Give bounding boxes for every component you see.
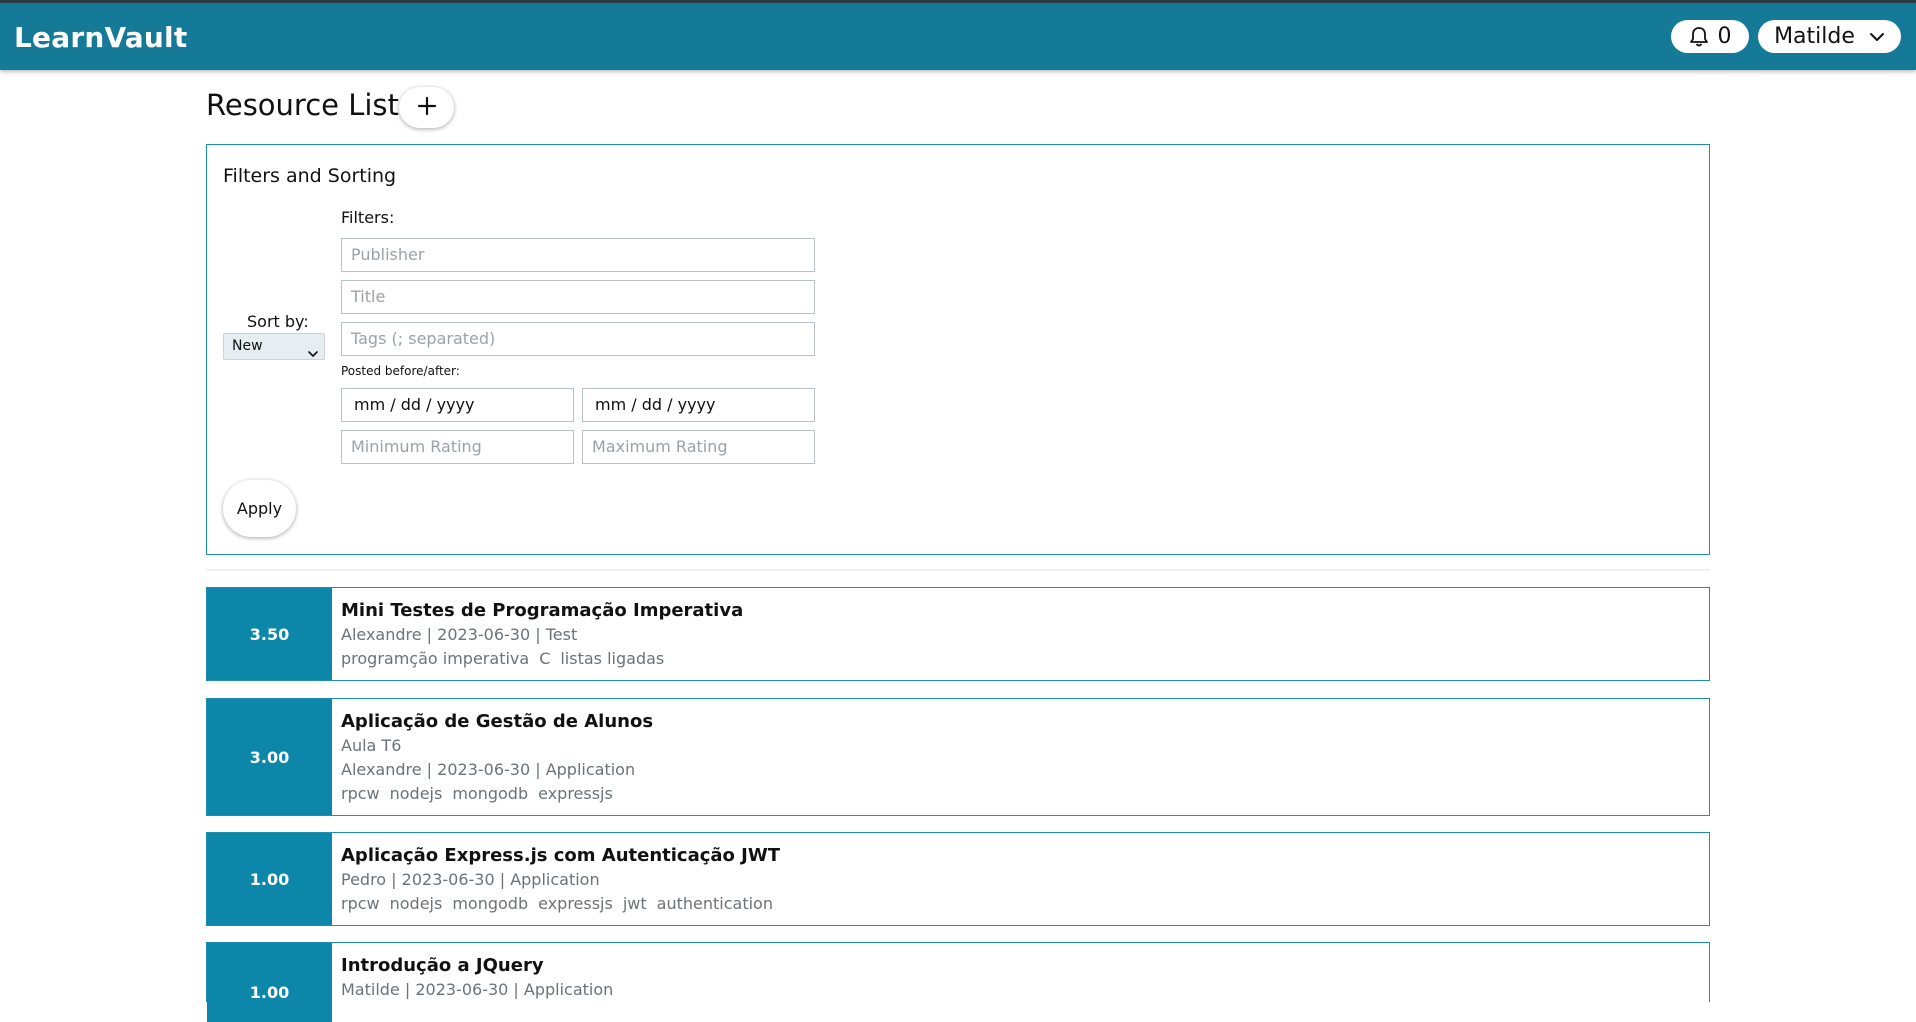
divider bbox=[206, 569, 1710, 571]
resource-item[interactable]: 3.50 Mini Testes de Programação Imperati… bbox=[206, 587, 1710, 681]
page-title: Resource List bbox=[206, 88, 399, 122]
resource-title[interactable]: Aplicação de Gestão de Alunos bbox=[341, 710, 1699, 734]
resource-title[interactable]: Mini Testes de Programação Imperativa bbox=[341, 599, 1699, 623]
filters-card: Filters and Sorting Sort by: New Filters… bbox=[206, 144, 1710, 555]
chevron-down-icon bbox=[1869, 32, 1885, 42]
filters-label: Filters: bbox=[341, 208, 395, 227]
resource-item[interactable]: 1.00 Aplicação Express.js com Autenticaç… bbox=[206, 832, 1710, 926]
rating-badge: 1.00 bbox=[207, 833, 332, 925]
title-input[interactable]: Title bbox=[341, 280, 815, 314]
sort-by-select[interactable]: New bbox=[223, 333, 325, 360]
resource-title[interactable]: Aplicação Express.js com Autenticação JW… bbox=[341, 844, 1699, 868]
tag[interactable]: expressjs bbox=[538, 784, 613, 803]
resource-item[interactable]: 1.00 Introdução a JQuery Matilde | 2023-… bbox=[206, 942, 1710, 1022]
sort-by-label: Sort by: bbox=[247, 312, 309, 331]
plus-icon bbox=[417, 96, 437, 120]
tag[interactable]: rpcw bbox=[341, 894, 380, 913]
chevron-down-icon bbox=[308, 342, 318, 367]
rating-badge: 3.50 bbox=[207, 588, 332, 680]
resource-tags: rpcw nodejs mongodb expressjs bbox=[341, 782, 1699, 806]
bell-icon bbox=[1689, 26, 1709, 48]
notifications-button[interactable]: 0 bbox=[1671, 20, 1749, 53]
rating-badge: 1.00 bbox=[207, 943, 332, 1022]
tag[interactable]: jwt bbox=[623, 894, 647, 913]
resource-tags: rpcw nodejs mongodb expressjs jwt authenticat… bbox=[341, 892, 1699, 916]
minimum-rating-input[interactable]: Minimum Rating bbox=[341, 430, 574, 464]
add-resource-button[interactable] bbox=[399, 87, 454, 128]
tag[interactable]: listas ligadas bbox=[560, 649, 664, 668]
user-menu-button[interactable]: Matilde bbox=[1758, 20, 1901, 53]
rating-badge: 3.00 bbox=[207, 699, 332, 815]
posted-before-date-input[interactable]: mm / dd / yyyy bbox=[341, 388, 574, 422]
tag[interactable]: programção imperativa bbox=[341, 649, 529, 668]
tag[interactable]: mongodb bbox=[452, 894, 528, 913]
brand-logo[interactable]: LearnVault bbox=[14, 21, 187, 54]
resource-meta: Pedro | 2023-06-30 | Application bbox=[341, 870, 600, 889]
rating-value: 1.00 bbox=[249, 983, 290, 1002]
tag[interactable]: nodejs bbox=[390, 894, 443, 913]
resource-tags: programção imperativa Clistas ligadas bbox=[341, 647, 1699, 671]
resource-subtitle: Aula T6 bbox=[341, 736, 402, 755]
notifications-count: 0 bbox=[1717, 24, 1732, 49]
maximum-rating-input[interactable]: Maximum Rating bbox=[582, 430, 815, 464]
filters-card-title: Filters and Sorting bbox=[223, 165, 397, 187]
tag[interactable]: expressjs bbox=[538, 894, 613, 913]
resource-meta: Alexandre | 2023-06-30 | Application bbox=[341, 760, 636, 779]
tags-input[interactable]: Tags (; separated) bbox=[341, 322, 815, 356]
tag[interactable]: mongodb bbox=[452, 784, 528, 803]
resource-item[interactable]: 3.00 Aplicação de Gestão de Alunos Aula … bbox=[206, 698, 1710, 816]
posted-before-after-label: Posted before/after: bbox=[341, 364, 460, 378]
tag[interactable]: rpcw bbox=[341, 784, 380, 803]
tag[interactable]: authentication bbox=[657, 894, 773, 913]
sort-by-value: New bbox=[232, 338, 263, 354]
resource-meta: Matilde | 2023-06-30 | Application bbox=[341, 980, 614, 999]
apply-filters-button[interactable]: Apply bbox=[223, 480, 296, 537]
user-name: Matilde bbox=[1774, 24, 1855, 49]
resource-meta: Alexandre | 2023-06-30 | Test bbox=[341, 625, 578, 644]
tag[interactable]: nodejs bbox=[390, 784, 443, 803]
tag[interactable]: C bbox=[539, 649, 550, 668]
top-navbar: LearnVault 0 Matilde bbox=[0, 0, 1916, 70]
posted-after-date-input[interactable]: mm / dd / yyyy bbox=[582, 388, 815, 422]
publisher-input[interactable]: Publisher bbox=[341, 238, 815, 272]
resource-title[interactable]: Introdução a JQuery bbox=[341, 954, 1699, 978]
